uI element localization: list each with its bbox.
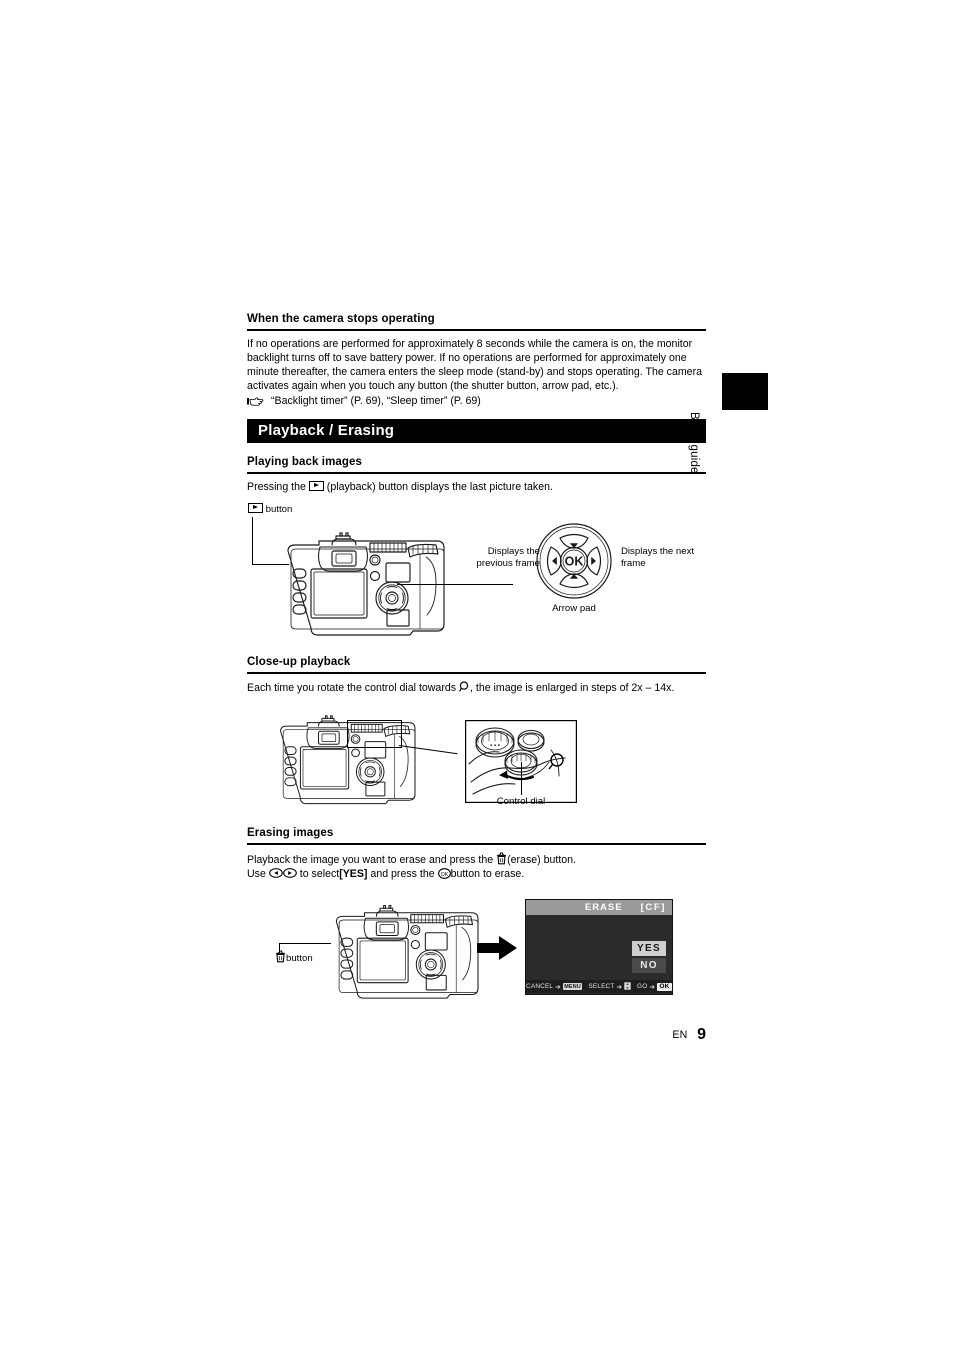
hint-go-label: GO	[637, 983, 648, 991]
manual-page: Basic guide When the camera stops operat…	[0, 0, 954, 1350]
erase2-text-1: Use	[247, 868, 266, 881]
flow-arrow-icon	[477, 936, 517, 961]
trash-icon	[275, 950, 286, 963]
erase2-text-4: button to erase.	[450, 868, 525, 881]
caption-previous-frame: Displays the previous frame	[476, 545, 540, 569]
heading-rule	[247, 671, 706, 674]
caption-next-frame: Displays the next frame	[621, 545, 695, 569]
section-bar-playback-erasing: Playback / Erasing	[247, 418, 706, 443]
erase-dialog-title: ERASE	[584, 902, 623, 914]
pointing-hand-icon	[247, 396, 264, 407]
hint-arrow-glyph: ➔	[616, 983, 623, 991]
playback-button-label: button	[265, 503, 293, 515]
heading-playing-back-images: Playing back images	[247, 455, 363, 468]
caption-arrow-pad: Arrow pad	[552, 602, 596, 614]
heading-erasing-images: Erasing images	[247, 827, 334, 840]
erase-dialog-body: YES NO	[526, 915, 672, 980]
hint-select-label: SELECT	[588, 983, 615, 991]
figure-erasing: button ERASE [CF] YES NO CANCEL ➔ MENU S…	[247, 891, 706, 1011]
erase-dialog-card: [CF]	[640, 902, 666, 914]
menu-chip: MENU	[562, 983, 583, 991]
callout-box-dial	[347, 720, 402, 749]
closeup-text-post: , the image is enlarged in steps of 2x –…	[470, 681, 675, 694]
erase-button-callout: button	[275, 950, 313, 965]
paragraph-playback-intro: Pressing the (playback) button displays …	[247, 480, 706, 495]
ok-button-icon: OK	[437, 868, 451, 880]
figure-closeup: ▪ ▪ ▪ Control dial	[247, 702, 706, 824]
erase2-yes-bracket: [YES]	[339, 868, 368, 881]
reference-line: “Backlight timer” (P. 69), “Sleep timer”…	[247, 394, 706, 408]
erase-button-label: button	[286, 953, 313, 965]
page-footer: EN 9	[672, 1025, 706, 1044]
magnifier-icon	[459, 680, 470, 693]
leader-line-vertical	[279, 943, 280, 954]
paragraph-erase-step1: Playback the image you want to erase and…	[247, 852, 706, 868]
hint-go: GO ➔ OK	[637, 982, 672, 991]
trash-icon	[496, 852, 507, 865]
playback-text-post: (playback) button displays the last pict…	[326, 480, 553, 493]
playback-icon	[248, 502, 263, 513]
closeup-text-pre: Each time you rotate the control dial to…	[247, 681, 457, 694]
erase-dialog-title-bar: ERASE [CF]	[526, 900, 672, 916]
heading-rule	[247, 329, 706, 331]
erase2-text-3: and press the	[370, 868, 435, 881]
reference-text: “Backlight timer” (P. 69), “Sleep timer”…	[271, 394, 481, 407]
camera-back-illustration	[287, 531, 445, 636]
leader-line-arrowpad	[397, 583, 513, 585]
content-column: When the camera stops operating If no op…	[247, 312, 706, 1011]
figure-playback: button Displays the previous frame OK Di…	[247, 502, 706, 651]
arrow-pad-chip-icon	[624, 982, 631, 992]
leader-line-control-dial	[521, 762, 522, 796]
playback-icon	[308, 480, 324, 491]
svg-text:OK: OK	[440, 872, 448, 878]
paragraph-erase-step2: Use to select[YES] and press the OK butt…	[247, 868, 706, 882]
erase-dialog-screen: ERASE [CF] YES NO CANCEL ➔ MENU SELECT ➔	[525, 899, 673, 996]
hint-cancel-label: CANCEL	[526, 983, 554, 991]
leader-line-vertical	[252, 516, 253, 565]
erase-no-option[interactable]: NO	[632, 958, 666, 974]
side-tab-marker	[722, 373, 768, 410]
erase-yes-option[interactable]: YES	[632, 941, 666, 957]
playback-button-callout: button	[248, 502, 293, 516]
playback-text-pre: Pressing the	[247, 480, 306, 493]
ok-chip: OK	[656, 982, 672, 991]
hint-arrow-glyph: ➔	[649, 983, 655, 991]
footer-language: EN	[672, 1029, 688, 1041]
svg-text:▪ ▪ ▪: ▪ ▪ ▪	[490, 743, 500, 749]
hint-arrow-glyph: ➔	[555, 983, 561, 991]
paragraph-closeup-intro: Each time you rotate the control dial to…	[247, 680, 706, 696]
erase-text-post: (erase) button.	[507, 854, 577, 867]
heading-rule	[247, 471, 706, 474]
caption-control-dial: Control dial	[496, 796, 546, 808]
hint-cancel: CANCEL ➔ MENU	[526, 983, 583, 991]
erase2-text-2: to select	[299, 868, 340, 881]
arrow-up-pad-icon	[268, 868, 283, 879]
heading-close-up-playback: Close-up playback	[247, 655, 351, 668]
heading-rule	[247, 843, 706, 846]
paragraph-sleep-behavior: If no operations are performed for appro…	[247, 338, 702, 392]
arrow-pad-diagram: OK	[536, 522, 612, 599]
hint-select: SELECT ➔	[588, 982, 631, 992]
heading-when-camera-stops: When the camera stops operating	[247, 313, 435, 325]
arrow-down-pad-icon	[282, 868, 297, 879]
camera-back-illustration	[280, 715, 416, 805]
footer-page-number: 9	[697, 1026, 706, 1043]
erase-dialog-hint-bar: CANCEL ➔ MENU SELECT ➔ GO ➔ OK	[526, 980, 672, 994]
erase-text-pre: Playback the image you want to erase and…	[247, 854, 494, 867]
arrow-pad-ok-text: OK	[565, 554, 584, 568]
